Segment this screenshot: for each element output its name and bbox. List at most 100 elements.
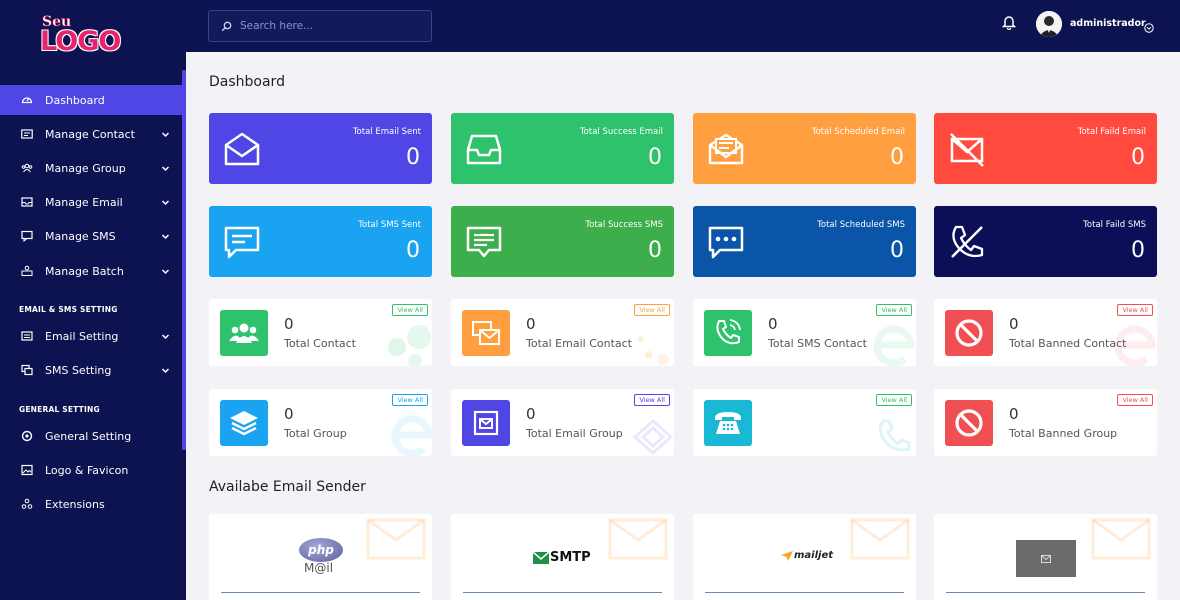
mailjet-logo-text: mailjet bbox=[794, 550, 834, 561]
group-card-sms-group[interactable]: View All bbox=[693, 389, 916, 456]
smtp-logo-text: SMTP bbox=[550, 550, 591, 565]
placeholder-image-icon bbox=[1016, 540, 1076, 577]
chevron-down-icon[interactable] bbox=[161, 163, 170, 176]
php-logo-subtext: M@il bbox=[304, 561, 334, 575]
topbar: administrador bbox=[186, 0, 1180, 52]
stat-card-sms-sent[interactable]: Total SMS Sent 0 bbox=[209, 206, 432, 277]
stat-value: 0 bbox=[406, 238, 420, 263]
card-label: Total Banned Contact bbox=[1009, 337, 1127, 350]
stat-card-failed-email[interactable]: Total Faild Email 0 bbox=[934, 113, 1157, 184]
chat-icon bbox=[21, 230, 33, 242]
sidebar: Seu LOGO Dashboard Manage Contact Manage… bbox=[0, 0, 186, 600]
view-all-button[interactable]: View All bbox=[876, 304, 912, 316]
sidebar-item-dashboard[interactable]: Dashboard bbox=[0, 85, 182, 115]
sidebar-item-general-setting[interactable]: General Setting bbox=[0, 421, 182, 451]
email-setting-icon bbox=[21, 330, 33, 342]
divider bbox=[705, 592, 904, 593]
chevron-down-icon[interactable] bbox=[161, 266, 170, 279]
chevron-down-circle-icon[interactable] bbox=[1144, 18, 1154, 37]
sidebar-item-label: Manage Batch bbox=[45, 264, 124, 278]
decorative-envelope bbox=[608, 518, 668, 560]
stat-card-scheduled-sms[interactable]: Total Scheduled SMS 0 bbox=[693, 206, 916, 277]
chevron-down-icon[interactable] bbox=[161, 231, 170, 244]
avatar[interactable] bbox=[1036, 11, 1062, 37]
group-card-email-group[interactable]: 0 Total Email Group View All bbox=[451, 389, 674, 456]
sender-card-smtp[interactable]: SMTP bbox=[451, 514, 674, 600]
decorative-bubbles bbox=[388, 325, 431, 366]
card-label: Total Email Contact bbox=[526, 337, 632, 350]
decorative-envelope bbox=[850, 518, 910, 560]
view-all-button[interactable]: View All bbox=[1117, 394, 1153, 406]
sidebar-item-manage-batch[interactable]: Manage Batch bbox=[0, 256, 182, 286]
sidebar-item-manage-sms[interactable]: Manage SMS bbox=[0, 221, 182, 251]
ban-icon bbox=[945, 310, 993, 356]
inbox-icon bbox=[21, 196, 33, 208]
username[interactable]: administrador bbox=[1070, 18, 1146, 29]
sidebar-item-label: Logo & Favicon bbox=[45, 463, 129, 477]
placeholder-envelope-icon bbox=[1041, 554, 1051, 563]
bell-icon[interactable] bbox=[1001, 14, 1017, 34]
view-all-button[interactable]: View All bbox=[392, 394, 428, 406]
chevron-down-icon[interactable] bbox=[161, 197, 170, 210]
sidebar-item-label: General Setting bbox=[45, 429, 132, 443]
sidebar-item-extensions[interactable]: Extensions bbox=[0, 489, 182, 519]
gauge-icon bbox=[21, 94, 33, 106]
sidebar-item-label: Extensions bbox=[45, 497, 105, 511]
card-value: 0 bbox=[526, 405, 536, 423]
stat-card-scheduled-email[interactable]: Total Scheduled Email 0 bbox=[693, 113, 916, 184]
sender-card-unknown[interactable] bbox=[934, 514, 1157, 600]
divider bbox=[221, 592, 420, 593]
sidebar-item-manage-group[interactable]: Manage Group bbox=[0, 153, 182, 183]
contact-card-sms-contact[interactable]: 0 Total SMS Contact View All bbox=[693, 299, 916, 366]
mailjet-arrow-icon bbox=[781, 550, 793, 561]
stat-label: Total Scheduled Email bbox=[811, 127, 905, 137]
stat-value: 0 bbox=[648, 145, 662, 170]
stat-card-success-email[interactable]: Total Success Email 0 bbox=[451, 113, 674, 184]
search-box[interactable] bbox=[208, 10, 432, 42]
view-all-button[interactable]: View All bbox=[1117, 304, 1153, 316]
sms-setting-icon bbox=[21, 364, 33, 376]
php-logo-text: php bbox=[308, 543, 334, 557]
view-all-button[interactable]: View All bbox=[876, 394, 912, 406]
divider bbox=[946, 592, 1145, 593]
sidebar-item-manage-email[interactable]: Manage Email bbox=[0, 187, 182, 217]
stat-card-email-sent[interactable]: Total Email Sent 0 bbox=[209, 113, 432, 184]
view-all-button[interactable]: View All bbox=[392, 304, 428, 316]
stat-card-success-sms[interactable]: Total Success SMS 0 bbox=[451, 206, 674, 277]
sidebar-item-email-setting[interactable]: Email Setting bbox=[0, 321, 182, 351]
card-value: 0 bbox=[1009, 315, 1019, 333]
card-label: Total Contact bbox=[284, 337, 356, 350]
sidebar-item-label: Manage Group bbox=[45, 161, 126, 175]
chevron-down-icon[interactable] bbox=[161, 331, 170, 344]
page-title: Dashboard bbox=[209, 74, 285, 90]
search-icon[interactable] bbox=[221, 17, 232, 36]
envelope-open-icon bbox=[707, 130, 745, 168]
sidebar-item-manage-contact[interactable]: Manage Contact bbox=[0, 119, 182, 149]
contact-card-email-contact[interactable]: 0 Total Email Contact View All bbox=[451, 299, 674, 366]
sidebar-item-sms-setting[interactable]: SMS Setting bbox=[0, 355, 182, 385]
envelope-slash-icon bbox=[948, 130, 986, 168]
chevron-down-icon[interactable] bbox=[161, 365, 170, 378]
card-value: 0 bbox=[284, 405, 294, 423]
contact-card-total-contact[interactable]: 0 Total Contact View All bbox=[209, 299, 432, 366]
group-card-banned-group[interactable]: 0 Total Banned Group View All bbox=[934, 389, 1157, 456]
logo[interactable]: Seu LOGO bbox=[40, 14, 132, 58]
extensions-icon bbox=[21, 498, 33, 510]
smtp-logo: SMTP bbox=[533, 550, 591, 565]
chevron-down-icon[interactable] bbox=[161, 129, 170, 142]
mailjet-logo: mailjet bbox=[781, 550, 833, 561]
stat-card-failed-sms[interactable]: Total Faild SMS 0 bbox=[934, 206, 1157, 277]
sidebar-item-label: Manage Contact bbox=[45, 127, 135, 141]
sender-card-php-mail[interactable]: php M@il bbox=[209, 514, 432, 600]
group-card-total-group[interactable]: 0 Total Group View All bbox=[209, 389, 432, 456]
contact-card-banned-contact[interactable]: 0 Total Banned Contact View All bbox=[934, 299, 1157, 366]
sidebar-item-logo-favicon[interactable]: Logo & Favicon bbox=[0, 455, 182, 485]
sender-card-mailjet[interactable]: mailjet bbox=[693, 514, 916, 600]
view-all-button[interactable]: View All bbox=[634, 394, 670, 406]
sidebar-scrollbar[interactable] bbox=[182, 70, 186, 450]
envelope-icon bbox=[223, 130, 261, 168]
search-input[interactable] bbox=[240, 20, 420, 32]
logo-main-text: LOGO bbox=[40, 26, 121, 57]
view-all-button[interactable]: View All bbox=[634, 304, 670, 316]
settings-icon bbox=[21, 430, 33, 442]
